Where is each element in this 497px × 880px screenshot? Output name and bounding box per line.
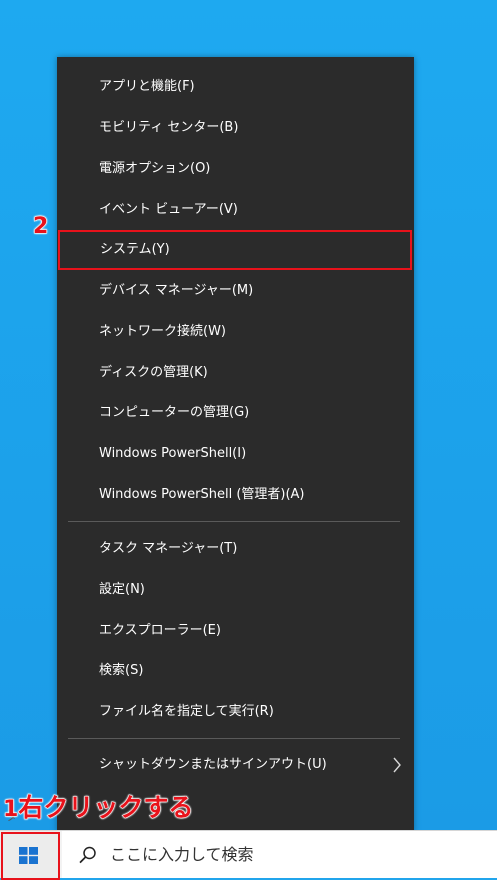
winx-context-menu: アプリと機能(F) モビリティ センター(B) 電源オプション(O) イベント … (57, 57, 414, 833)
menu-item-system[interactable]: システム(Y) (58, 230, 412, 270)
chevron-right-icon (393, 757, 401, 773)
start-button-highlight (1, 832, 60, 880)
menu-separator (68, 521, 400, 522)
step-1-instruction: 1右クリックする (2, 788, 194, 824)
menu-item-label: コンピューターの管理(G) (99, 405, 250, 420)
menu-item-device-manager[interactable]: デバイス マネージャー(M) (57, 271, 414, 311)
step-1-marker: 1 (2, 797, 19, 823)
step-2-marker: 2 (32, 214, 49, 240)
menu-item-settings[interactable]: 設定(N) (57, 570, 414, 610)
menu-item-label: ファイル名を指定して実行(R) (99, 704, 274, 719)
menu-item-label: シャットダウンまたはサインアウト(U) (99, 757, 327, 772)
menu-separator (68, 738, 400, 739)
menu-item-label: システム(Y) (100, 242, 170, 257)
menu-item-label: 検索(S) (99, 663, 144, 678)
menu-item-label: タスク マネージャー(T) (99, 541, 238, 556)
menu-item-explorer[interactable]: エクスプローラー(E) (57, 611, 414, 651)
taskbar-search-box[interactable]: ここに入力して検索 (62, 831, 497, 878)
menu-item-label: 電源オプション(O) (99, 161, 211, 176)
menu-item-label: 設定(N) (99, 582, 145, 597)
menu-item-network-connections[interactable]: ネットワーク接続(W) (57, 312, 414, 352)
search-placeholder: ここに入力して検索 (110, 845, 254, 864)
menu-item-label: イベント ビューアー(V) (99, 202, 238, 217)
menu-item-run[interactable]: ファイル名を指定して実行(R) (57, 692, 414, 732)
taskbar: ここに入力して検索 (0, 830, 497, 880)
menu-item-mobility-center[interactable]: モビリティ センター(B) (57, 108, 414, 148)
search-icon (79, 846, 96, 864)
menu-item-label: ディスクの管理(K) (99, 365, 208, 380)
menu-item-powershell[interactable]: Windows PowerShell(I) (57, 434, 414, 474)
menu-item-label: ネットワーク接続(W) (99, 324, 226, 339)
menu-item-task-manager[interactable]: タスク マネージャー(T) (57, 529, 414, 569)
menu-item-label: モビリティ センター(B) (99, 120, 239, 135)
menu-item-power-options[interactable]: 電源オプション(O) (57, 149, 414, 189)
menu-item-label: Windows PowerShell(I) (99, 446, 247, 461)
menu-item-shutdown-signout[interactable]: シャットダウンまたはサインアウト(U) (57, 745, 414, 785)
step-1-text: 右クリックする (18, 793, 194, 823)
menu-item-label: デバイス マネージャー(M) (99, 283, 254, 298)
menu-item-computer-management[interactable]: コンピューターの管理(G) (57, 393, 414, 433)
menu-item-event-viewer[interactable]: イベント ビューアー(V) (57, 190, 414, 230)
menu-item-label: Windows PowerShell (管理者)(A) (99, 487, 305, 502)
menu-item-disk-management[interactable]: ディスクの管理(K) (57, 353, 414, 393)
menu-item-label: アプリと機能(F) (99, 79, 195, 94)
menu-item-powershell-admin[interactable]: Windows PowerShell (管理者)(A) (57, 475, 414, 515)
menu-item-search[interactable]: 検索(S) (57, 651, 414, 691)
menu-item-label: エクスプローラー(E) (99, 623, 221, 638)
menu-item-apps-features[interactable]: アプリと機能(F) (57, 67, 414, 107)
